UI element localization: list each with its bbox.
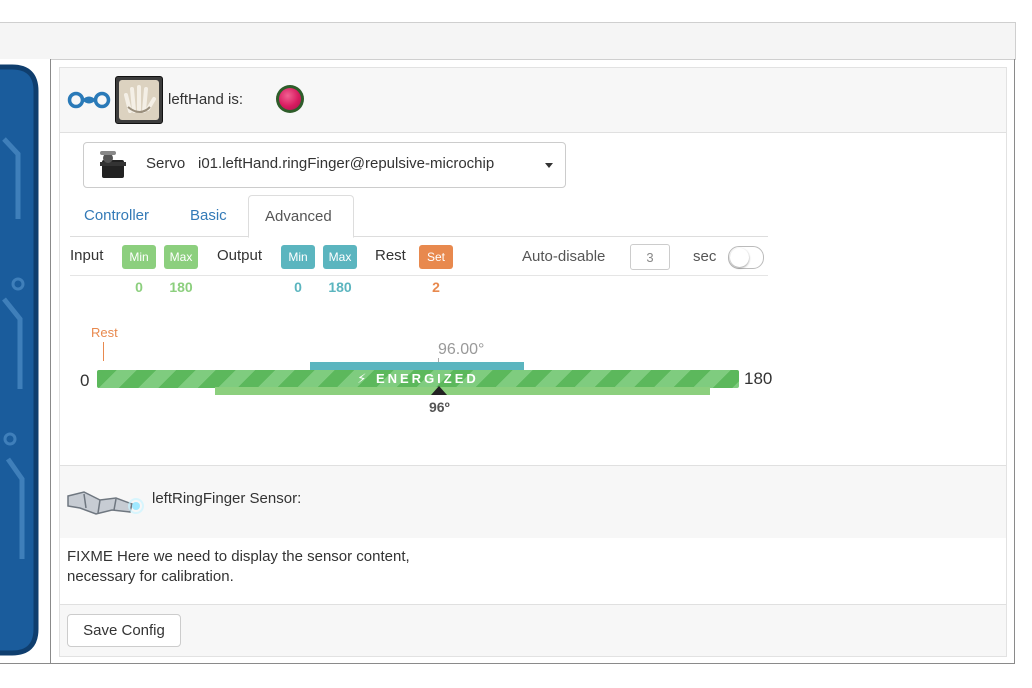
rest-value: 2 xyxy=(432,279,440,295)
bottom-border xyxy=(0,663,1015,664)
controls-divider xyxy=(70,275,768,276)
finger-sensor-icon xyxy=(67,491,144,515)
input-min-value: 0 xyxy=(135,279,143,295)
input-range-bar xyxy=(215,387,710,395)
sec-label: sec xyxy=(693,248,717,265)
bolt-icon: ⚡ xyxy=(357,371,376,386)
output-min-value: 0 xyxy=(294,279,302,295)
servo-name: i01.leftHand.ringFinger@repulsive-microc… xyxy=(198,155,495,172)
caret-down-icon xyxy=(545,163,553,168)
rest-marker-line xyxy=(103,342,104,361)
left-sidebar xyxy=(0,59,51,663)
servo-panel: leftHand is: Servo i01.leftHand.ringFing… xyxy=(59,67,1007,657)
output-max-value: 180 xyxy=(328,279,352,295)
input-min-button[interactable]: Min xyxy=(122,245,156,269)
right-border xyxy=(1014,59,1015,664)
sensor-note-line1: FIXME Here we need to display the sensor… xyxy=(67,548,410,565)
rest-set-button[interactable]: Set xyxy=(419,245,453,269)
servo-body: Servo i01.leftHand.ringFinger@repulsive-… xyxy=(60,133,1006,465)
autodisable-toggle[interactable] xyxy=(728,246,764,269)
energized-text: ⚡ ENERGIZED xyxy=(357,371,479,386)
input-max-button[interactable]: Max xyxy=(164,245,198,269)
rest-label: Rest xyxy=(375,247,406,264)
sensor-note-line2: necessary for calibration. xyxy=(67,568,234,585)
slider-max-label: 180 xyxy=(744,369,773,388)
top-toolbar xyxy=(0,22,1016,60)
panel-footer: Save Config xyxy=(60,605,1006,656)
circuit-panel-graphic xyxy=(0,64,39,656)
save-config-button[interactable]: Save Config xyxy=(67,614,181,647)
servo-selector[interactable]: Servo i01.leftHand.ringFinger@repulsive-… xyxy=(83,142,566,188)
hand-avatar[interactable] xyxy=(115,76,163,124)
servo-icon xyxy=(100,151,126,178)
tab-basic[interactable]: Basic xyxy=(190,207,227,224)
panel-header: leftHand is: xyxy=(60,68,1006,133)
output-label: Output xyxy=(217,247,263,264)
toggle-knob xyxy=(730,248,749,267)
autodisable-input[interactable] xyxy=(630,244,670,270)
output-max-button[interactable]: Max xyxy=(323,245,357,269)
current-position-label: 96.00° xyxy=(438,341,485,358)
tabs-baseline xyxy=(70,236,768,237)
slider-handle-icon[interactable] xyxy=(430,385,448,395)
output-min-button[interactable]: Min xyxy=(281,245,315,269)
sensor-content: FIXME Here we need to display the sensor… xyxy=(60,538,1006,605)
servo-prefix: Servo xyxy=(146,155,186,172)
sensor-title: leftRingFinger Sensor: xyxy=(152,490,302,507)
hand-status-title: leftHand is: xyxy=(168,91,244,108)
robot-hand-icon xyxy=(119,80,159,120)
tab-controller[interactable]: Controller xyxy=(84,207,149,224)
tab-advanced-label: Advanced xyxy=(265,208,332,225)
autodisable-label: Auto-disable xyxy=(522,248,606,265)
slider-min-label: 0 xyxy=(80,371,90,390)
input-label: Input xyxy=(70,247,104,264)
link-icon[interactable] xyxy=(67,90,113,110)
status-led xyxy=(276,85,304,113)
tab-advanced[interactable]: Advanced xyxy=(248,195,354,238)
rest-marker-label: Rest xyxy=(91,325,118,340)
energized-bar[interactable]: ⚡ ENERGIZED xyxy=(97,370,739,388)
sensor-header: leftRingFinger Sensor: xyxy=(60,465,1006,539)
target-position-label: 96º xyxy=(429,399,450,415)
input-max-value: 180 xyxy=(169,279,193,295)
